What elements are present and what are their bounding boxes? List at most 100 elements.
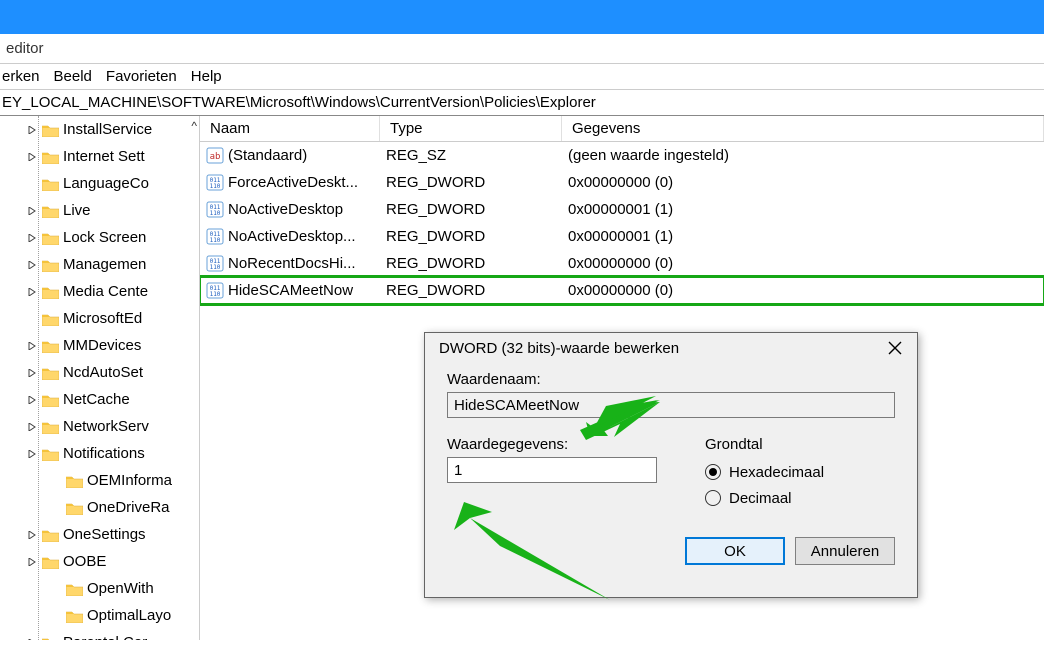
folder-icon xyxy=(42,231,59,245)
address-bar xyxy=(0,90,1044,116)
chevron-right-icon[interactable] xyxy=(26,261,38,269)
value-data: 0x00000000 (0) xyxy=(562,172,1044,193)
tree-item-label: OneDriveRa xyxy=(87,499,170,516)
chevron-right-icon[interactable] xyxy=(26,531,38,539)
chevron-right-icon[interactable] xyxy=(26,207,38,215)
tree-item[interactable]: Notifications xyxy=(0,440,199,467)
folder-icon xyxy=(42,447,59,461)
value-data: 0x00000001 (1) xyxy=(562,226,1044,247)
list-row[interactable]: HideSCAMeetNowREG_DWORD0x00000000 (0) xyxy=(200,277,1044,304)
value-type: REG_SZ xyxy=(380,145,562,166)
tree-item[interactable]: OneDriveRa xyxy=(0,494,199,521)
chevron-right-icon[interactable] xyxy=(26,396,38,404)
tree-item[interactable]: OOBE xyxy=(0,548,199,575)
value-name: (Standaard) xyxy=(228,147,307,164)
edit-dword-dialog: DWORD (32 bits)-waarde bewerken Waardena… xyxy=(424,332,918,598)
value-name-input[interactable] xyxy=(447,392,895,418)
radio-decimal[interactable]: Decimaal xyxy=(705,485,824,511)
tree-item[interactable]: Live xyxy=(0,197,199,224)
list-row[interactable]: (Standaard) REG_SZ(geen waarde ingesteld) xyxy=(200,142,1044,169)
radio-hexadecimal[interactable]: Hexadecimaal xyxy=(705,459,824,485)
folder-icon xyxy=(42,150,59,164)
value-data: (geen waarde ingesteld) xyxy=(562,145,1044,166)
folder-icon xyxy=(42,528,59,542)
value-type: REG_DWORD xyxy=(380,172,562,193)
tree-item[interactable]: NcdAutoSet xyxy=(0,359,199,386)
chevron-right-icon[interactable] xyxy=(26,288,38,296)
dword-value-icon xyxy=(206,174,224,191)
tree-item[interactable]: Parental Cor xyxy=(0,629,199,640)
tree-item[interactable]: OpenWith xyxy=(0,575,199,602)
chevron-right-icon[interactable] xyxy=(26,639,38,641)
tree-item-label: MMDevices xyxy=(63,337,141,354)
value-name: ForceActiveDeskt... xyxy=(228,174,358,191)
chevron-right-icon[interactable] xyxy=(26,153,38,161)
tree-item-label: NcdAutoSet xyxy=(63,364,143,381)
col-data[interactable]: Gegevens xyxy=(562,116,1044,141)
value-data-input[interactable] xyxy=(447,457,657,483)
value-name: NoActiveDesktop xyxy=(228,201,343,218)
folder-icon xyxy=(42,366,59,380)
tree-item-label: OOBE xyxy=(63,553,106,570)
tree-item[interactable]: Lock Screen xyxy=(0,224,199,251)
folder-icon xyxy=(42,285,59,299)
tree-item[interactable]: NetworkServ xyxy=(0,413,199,440)
close-button[interactable] xyxy=(881,337,909,359)
radio-icon xyxy=(705,464,721,480)
tree-item[interactable]: OneSettings xyxy=(0,521,199,548)
list-row[interactable]: ForceActiveDeskt... REG_DWORD0x00000000 (… xyxy=(200,169,1044,196)
tree-item[interactable]: MMDevices xyxy=(0,332,199,359)
tree-item[interactable]: OptimalLayo xyxy=(0,602,199,629)
chevron-right-icon[interactable] xyxy=(26,126,38,134)
tree-item[interactable]: Managemen xyxy=(0,251,199,278)
folder-icon xyxy=(66,474,83,488)
chevron-right-icon[interactable] xyxy=(26,558,38,566)
chevron-right-icon[interactable] xyxy=(26,423,38,431)
menu-edit[interactable]: erken xyxy=(2,68,40,85)
tree-item-label: Parental Cor xyxy=(63,634,147,640)
window-title: editor xyxy=(6,40,44,57)
tree-item[interactable]: Internet Sett xyxy=(0,143,199,170)
menu-view[interactable]: Beeld xyxy=(54,68,92,85)
dword-value-icon xyxy=(206,255,224,272)
list-header: Naam Type Gegevens xyxy=(200,116,1044,142)
list-row[interactable]: NoActiveDesktop...REG_DWORD0x00000001 (1… xyxy=(200,223,1044,250)
scroll-up-indicator: ^ xyxy=(191,119,197,133)
tree-item[interactable]: OEMInforma xyxy=(0,467,199,494)
tree-item[interactable]: Media Cente xyxy=(0,278,199,305)
value-type: REG_DWORD xyxy=(380,199,562,220)
tree-panel[interactable]: InstallService ^ Internet Sett LanguageCo Li… xyxy=(0,116,200,640)
folder-icon xyxy=(42,204,59,218)
tree-item-label: InstallService xyxy=(63,121,152,138)
tree-item[interactable]: NetCache xyxy=(0,386,199,413)
value-name: NoActiveDesktop... xyxy=(228,228,356,245)
col-type[interactable]: Type xyxy=(380,116,562,141)
list-row[interactable]: NoActiveDesktopREG_DWORD0x00000001 (1) xyxy=(200,196,1044,223)
list-row[interactable]: NoRecentDocsHi...REG_DWORD0x00000000 (0) xyxy=(200,250,1044,277)
tree-item-label: Live xyxy=(63,202,91,219)
menubar: erken Beeld Favorieten Help xyxy=(0,64,1044,90)
tree-item-label: Notifications xyxy=(63,445,145,462)
tree-item[interactable]: MicrosoftEd xyxy=(0,305,199,332)
tree-item-label: Internet Sett xyxy=(63,148,145,165)
address-input[interactable] xyxy=(2,94,1044,111)
tree-item[interactable]: InstallService ^ xyxy=(0,116,199,143)
tree-item-label: OptimalLayo xyxy=(87,607,171,624)
cancel-button[interactable]: Annuleren xyxy=(795,537,895,565)
chevron-right-icon[interactable] xyxy=(26,234,38,242)
tree-item-label: OpenWith xyxy=(87,580,154,597)
chevron-right-icon[interactable] xyxy=(26,342,38,350)
dword-value-icon xyxy=(206,201,224,218)
folder-icon xyxy=(42,312,59,326)
menu-help[interactable]: Help xyxy=(191,68,222,85)
value-name-label: Waardenaam: xyxy=(447,371,895,388)
col-name[interactable]: Naam xyxy=(200,116,380,141)
chevron-right-icon[interactable] xyxy=(26,369,38,377)
tree-item-label: Media Cente xyxy=(63,283,148,300)
tree-item-label: Lock Screen xyxy=(63,229,146,246)
chevron-right-icon[interactable] xyxy=(26,450,38,458)
tree-item[interactable]: LanguageCo xyxy=(0,170,199,197)
value-name: HideSCAMeetNow xyxy=(228,282,353,299)
ok-button[interactable]: OK xyxy=(685,537,785,565)
menu-favorites[interactable]: Favorieten xyxy=(106,68,177,85)
